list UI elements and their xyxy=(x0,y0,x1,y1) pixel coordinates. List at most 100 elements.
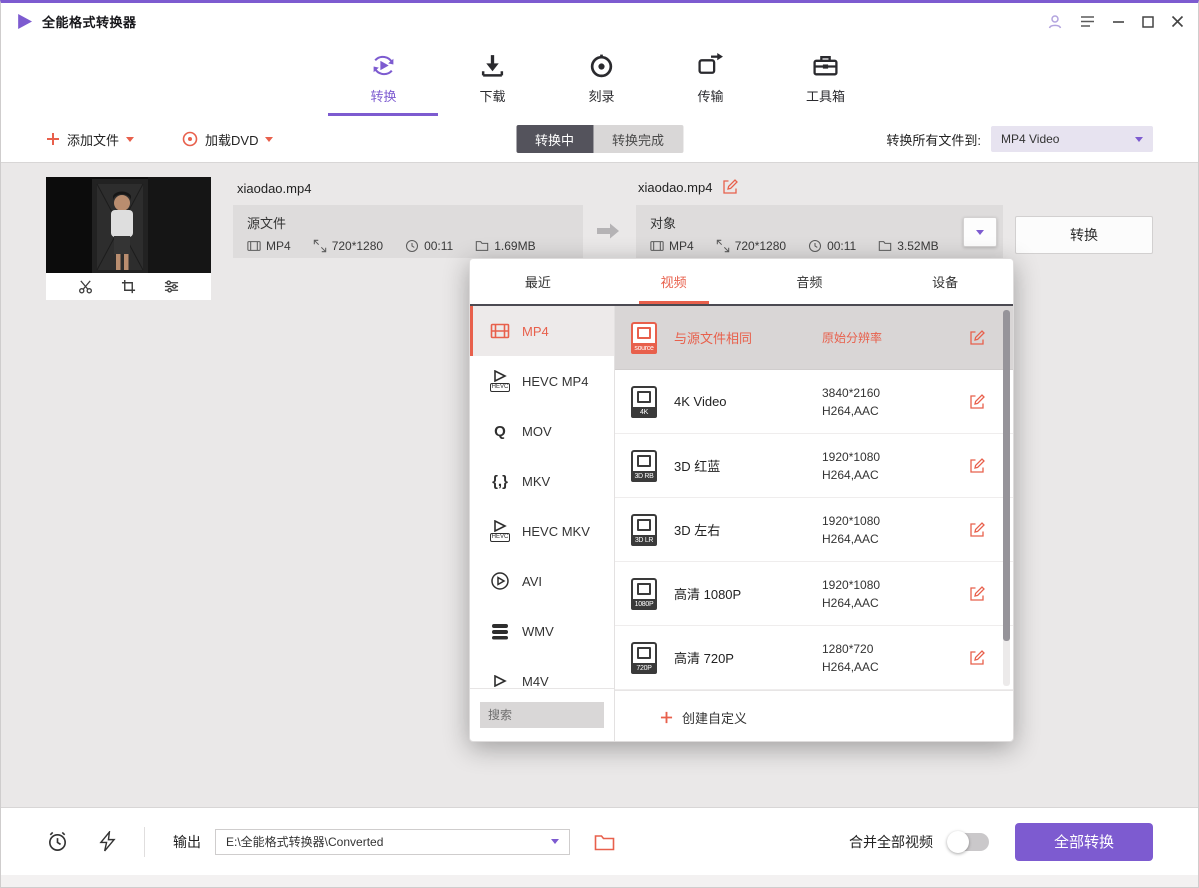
convert-button[interactable]: 转换 xyxy=(1015,216,1153,254)
edit-preset-icon[interactable] xyxy=(969,394,985,410)
tab-burn-label: 刻录 xyxy=(588,86,614,105)
preset-row-4k[interactable]: 4K 4K Video 3840*2160 H264,AAC xyxy=(615,370,1013,434)
720p-preset-icon: 720P xyxy=(631,642,657,674)
preset-row-3d-redblue[interactable]: 3D RB 3D 红蓝 1920*1080 H264,AAC xyxy=(615,434,1013,498)
target-file-name: xiaodao.mp4 xyxy=(638,180,712,195)
4k-preset-icon: 4K xyxy=(631,386,657,418)
rename-edit-icon[interactable] xyxy=(722,179,738,195)
format-sidebar: MP4 HEVC HEVC MP4 Q MOV xyxy=(470,306,615,741)
dvd-disc-icon xyxy=(182,131,198,147)
tab-transfer[interactable]: 传输 xyxy=(669,40,752,116)
content-area: xiaodao.mp4 源文件 MP4 720*1280 xyxy=(1,163,1198,807)
clock-icon xyxy=(808,239,822,253)
chevron-down-icon xyxy=(551,839,559,844)
convert-to-label: 转换所有文件到: xyxy=(886,130,981,149)
preset-row-3d-leftright[interactable]: 3D LR 3D 左右 1920*1080 H264,AAC xyxy=(615,498,1013,562)
output-format-dropdown[interactable]: MP4 Video xyxy=(991,126,1153,152)
mp4-icon xyxy=(489,320,511,342)
folder-icon xyxy=(878,239,892,253)
video-file-icon xyxy=(247,239,261,253)
format-item-m4v[interactable]: M4V xyxy=(470,656,614,688)
target-panel-title: 对象 xyxy=(650,213,989,232)
tab-video[interactable]: 视频 xyxy=(606,259,742,304)
edit-preset-icon[interactable] xyxy=(969,650,985,666)
convert-icon xyxy=(370,52,397,79)
schedule-alarm-icon[interactable] xyxy=(46,830,69,853)
format-item-hevc-mkv[interactable]: HEVC HEVC MKV xyxy=(470,506,614,556)
format-item-mp4[interactable]: MP4 xyxy=(470,306,614,356)
video-thumbnail[interactable] xyxy=(46,177,211,273)
crop-icon[interactable] xyxy=(121,279,136,294)
edit-preset-icon[interactable] xyxy=(969,330,985,346)
user-icon[interactable] xyxy=(1047,14,1063,30)
status-tabs: 转换中 转换完成 xyxy=(516,125,683,153)
window-controls xyxy=(1047,14,1184,30)
burn-disc-icon xyxy=(588,52,615,79)
hevc-mkv-icon: HEVC xyxy=(489,520,511,542)
source-resolution: 720*1280 xyxy=(313,239,383,253)
target-info-panel: 对象 MP4 720*1280 xyxy=(636,205,1003,258)
toggle-knob xyxy=(947,831,969,853)
output-path-value: E:\全能格式转换器\Converted xyxy=(226,833,383,850)
effects-tune-icon[interactable] xyxy=(164,279,179,294)
tab-download[interactable]: 下载 xyxy=(451,40,534,116)
avi-icon xyxy=(489,570,511,592)
scrollbar-thumb[interactable] xyxy=(1003,310,1010,641)
source-format: MP4 xyxy=(247,239,291,253)
add-file-button[interactable]: 添加文件 xyxy=(46,130,134,149)
tab-device[interactable]: 设备 xyxy=(877,259,1013,304)
minimize-icon[interactable] xyxy=(1112,15,1125,28)
arrow-right-icon xyxy=(595,221,621,241)
create-custom-label: 创建自定义 xyxy=(682,708,747,727)
edit-preset-icon[interactable] xyxy=(969,586,985,602)
video-thumbnail-block xyxy=(46,177,211,300)
create-custom-button[interactable]: 创建自定义 xyxy=(615,690,1013,742)
tab-burn[interactable]: 刻录 xyxy=(560,40,643,116)
hevc-mp4-icon: HEVC xyxy=(489,370,511,392)
close-icon[interactable] xyxy=(1171,15,1184,28)
source-panel-title: 源文件 xyxy=(247,213,569,232)
convert-all-button[interactable]: 全部转换 xyxy=(1015,823,1153,861)
merge-videos-toggle[interactable] xyxy=(949,833,989,851)
format-list: MP4 HEVC HEVC MP4 Q MOV xyxy=(470,306,614,688)
tab-finished[interactable]: 转换完成 xyxy=(593,125,683,153)
add-file-label: 添加文件 xyxy=(67,130,119,149)
load-dvd-button[interactable]: 加载DVD xyxy=(182,130,273,149)
format-item-hevc-mp4[interactable]: HEVC HEVC MP4 xyxy=(470,356,614,406)
1080p-preset-icon: 1080P xyxy=(631,578,657,610)
download-icon xyxy=(479,52,506,79)
tab-audio[interactable]: 音频 xyxy=(742,259,878,304)
menu-icon[interactable] xyxy=(1080,15,1095,28)
trim-scissors-icon[interactable] xyxy=(78,279,93,294)
target-format-dropdown-button[interactable] xyxy=(963,217,997,247)
app-title: 全能格式转换器 xyxy=(42,12,137,31)
tab-converting[interactable]: 转换中 xyxy=(516,125,593,153)
edit-preset-icon[interactable] xyxy=(969,458,985,474)
tab-toolbox[interactable]: 工具箱 xyxy=(778,40,873,116)
tab-convert[interactable]: 转换 xyxy=(342,40,425,116)
format-picker-popup: 最近 视频 音频 设备 MP4 xyxy=(469,258,1014,742)
search-input[interactable] xyxy=(480,702,604,728)
performance-bolt-icon[interactable] xyxy=(99,831,116,852)
format-item-mov[interactable]: Q MOV xyxy=(470,406,614,456)
tab-recent[interactable]: 最近 xyxy=(470,259,606,304)
preset-row-source[interactable]: source 与源文件相同 原始分辨率 xyxy=(615,306,1013,370)
format-item-mkv[interactable]: {,} MKV xyxy=(470,456,614,506)
m4v-icon xyxy=(489,670,511,688)
open-output-folder-icon[interactable] xyxy=(594,833,615,851)
title-bar: 全能格式转换器 xyxy=(1,3,1198,40)
edit-preset-icon[interactable] xyxy=(969,522,985,538)
preset-row-720p[interactable]: 720P 高清 720P 1280*720 H264,AAC xyxy=(615,626,1013,690)
clip-toolbar xyxy=(46,273,211,300)
maximize-icon[interactable] xyxy=(1142,16,1154,28)
source-file-name: xiaodao.mp4 xyxy=(237,181,311,196)
resolution-icon xyxy=(313,239,327,253)
format-item-avi[interactable]: AVI xyxy=(470,556,614,606)
tab-toolbox-label: 工具箱 xyxy=(806,86,845,105)
output-path-dropdown[interactable]: E:\全能格式转换器\Converted xyxy=(215,829,570,855)
format-item-wmv[interactable]: WMV xyxy=(470,606,614,656)
resolution-icon xyxy=(716,239,730,253)
merge-videos-label: 合并全部视频 xyxy=(849,832,933,852)
window-bottom-strip xyxy=(1,875,1198,887)
preset-row-1080p[interactable]: 1080P 高清 1080P 1920*1080 H264,AAC xyxy=(615,562,1013,626)
